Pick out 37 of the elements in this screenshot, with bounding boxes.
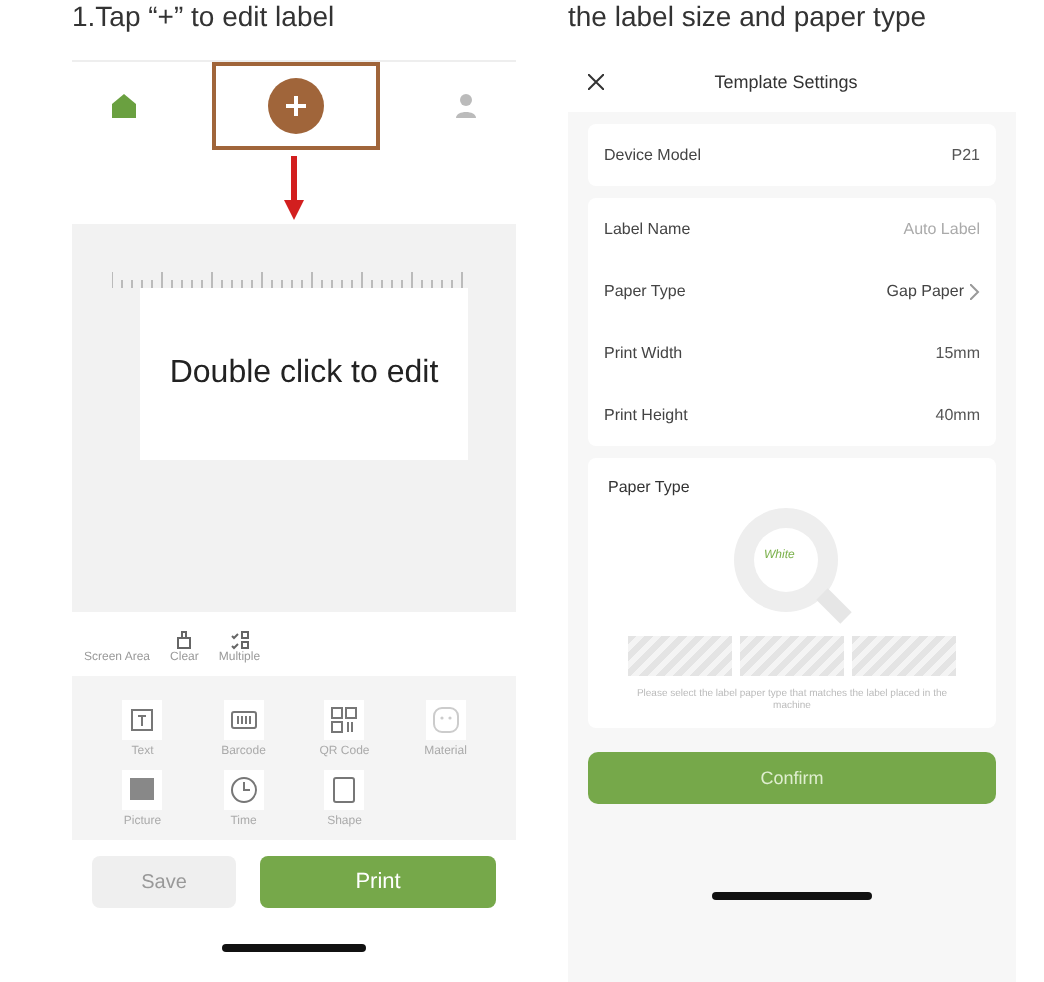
label-canvas[interactable]: Double click to edit (140, 288, 468, 460)
clock-icon (223, 770, 264, 810)
square-icon (324, 770, 365, 810)
home-indicator (222, 944, 366, 952)
section-title: Paper Type (608, 478, 690, 496)
step-caption: 1.Tap “+” to edit label (72, 0, 337, 36)
row-label: Print Width (604, 344, 683, 362)
close-icon[interactable] (588, 74, 604, 90)
text-icon (122, 700, 163, 740)
chevron-icon (970, 283, 980, 299)
label-name-field[interactable]: Auto Label (800, 220, 980, 238)
row-label: Device Model (604, 146, 701, 164)
paper-strip (740, 636, 844, 676)
row-label: Print Height (604, 406, 688, 424)
plus-icon (283, 93, 308, 117)
paper-strip (852, 636, 956, 676)
checklist-icon (229, 630, 250, 650)
brush-icon (174, 630, 195, 650)
step-caption: the label size and paper type (568, 0, 929, 36)
confirm-button[interactable]: Confirm (588, 752, 996, 804)
row-value: 40mm (935, 406, 980, 424)
paper-strip (628, 636, 732, 676)
qr-code-icon (324, 700, 365, 740)
home-icon[interactable] (109, 92, 138, 118)
print-button[interactable]: Print (260, 856, 496, 908)
row-value: P21 (951, 146, 980, 164)
barcode-icon (223, 700, 264, 740)
down-arrow (284, 156, 304, 220)
row-value: 15mm (935, 344, 980, 362)
row-label: Paper Type (604, 282, 686, 300)
row-label: Label Name (604, 220, 691, 238)
add-button[interactable] (267, 77, 324, 133)
paper-type-link[interactable]: Gap Paper (886, 282, 980, 300)
screen-title: Template Settings (712, 72, 860, 92)
save-button[interactable]: Save (92, 856, 236, 908)
picture-icon (122, 770, 163, 810)
face-icon (425, 700, 466, 740)
